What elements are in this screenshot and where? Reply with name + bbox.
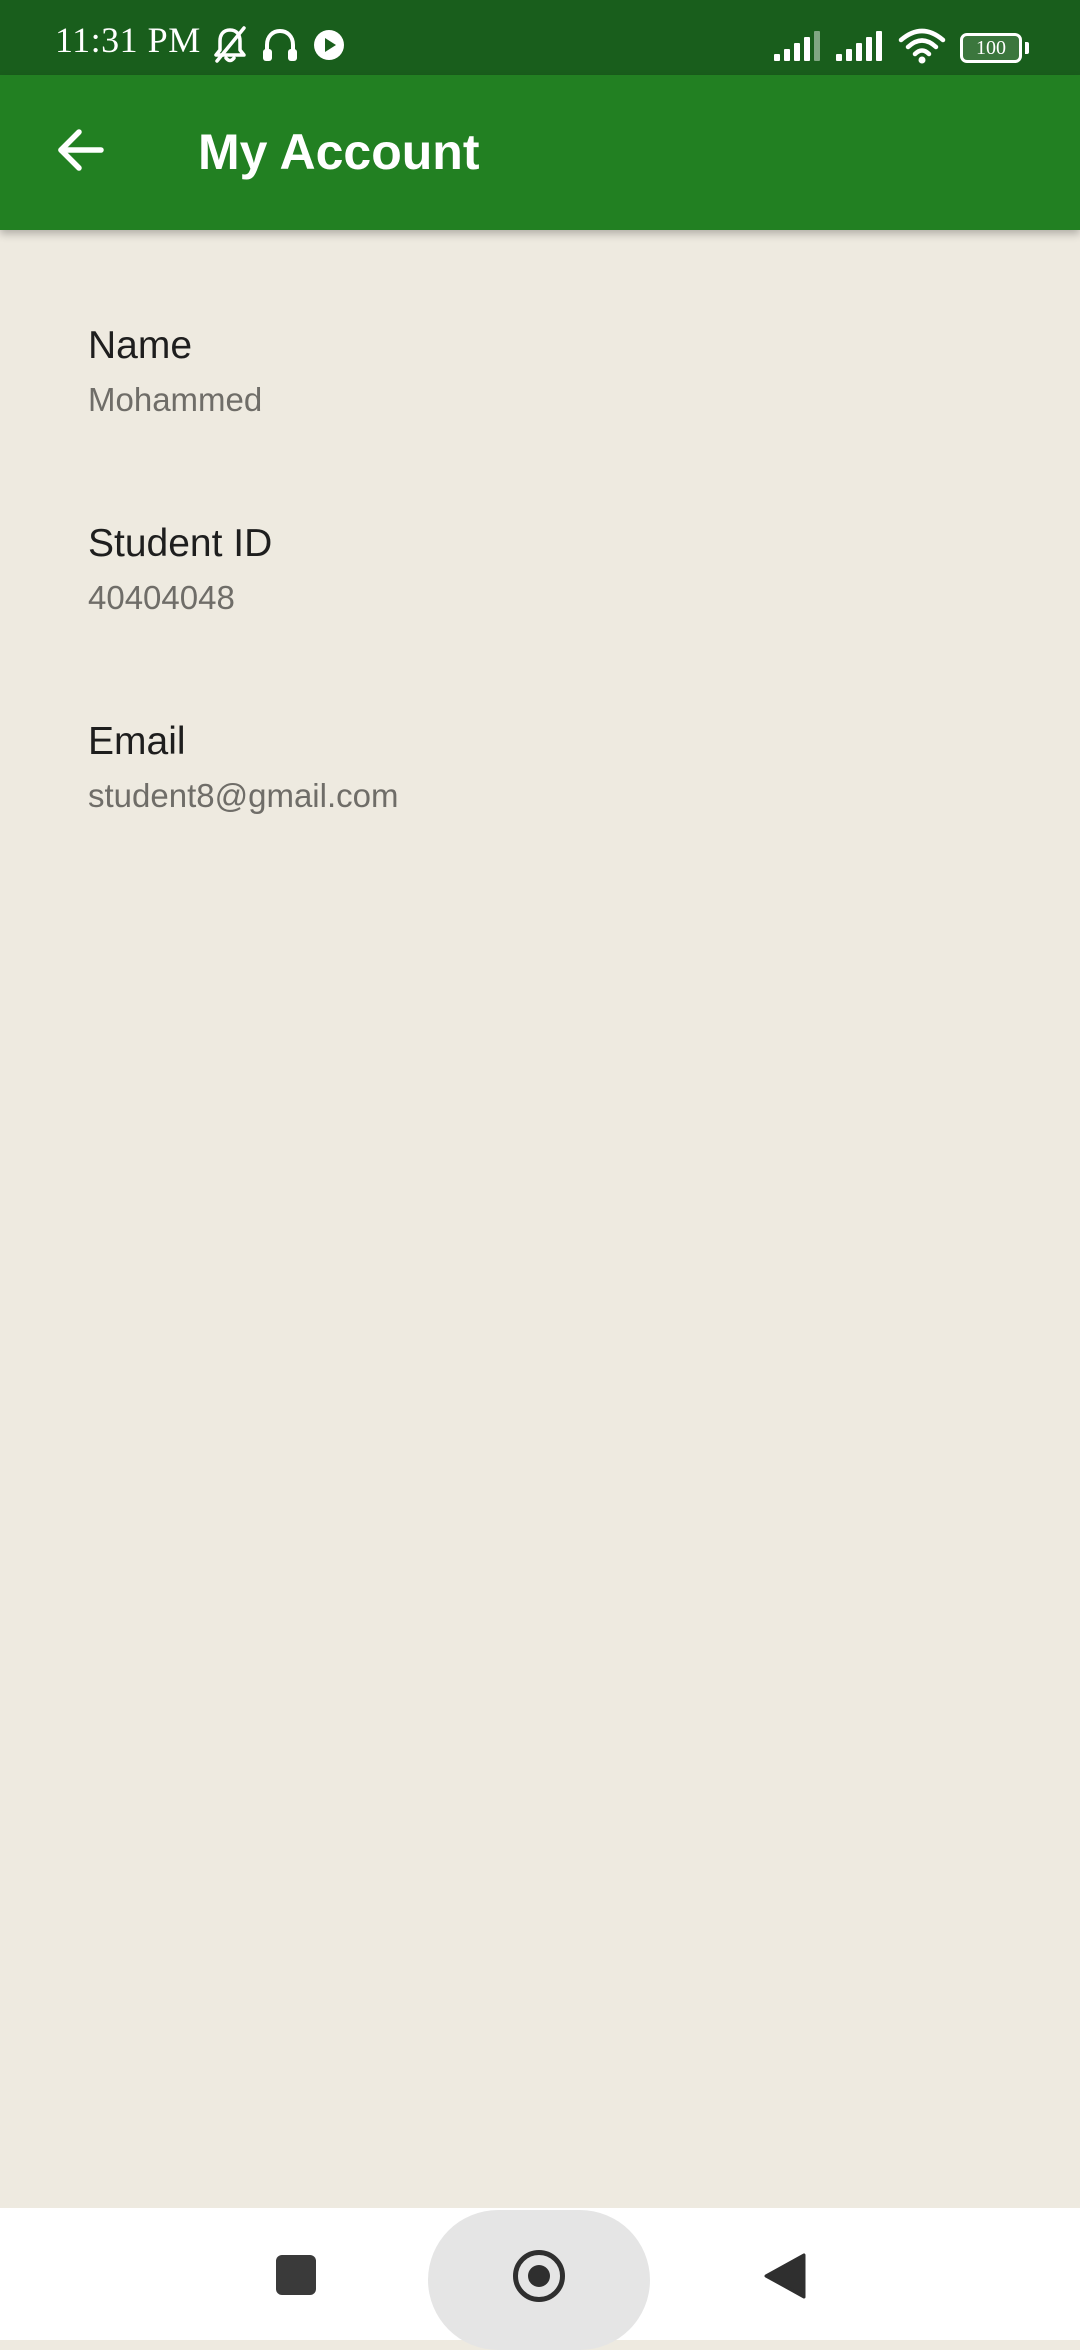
- field-value: 40404048: [88, 578, 235, 616]
- field-label: Student ID: [88, 522, 273, 565]
- back-triangle-icon[interactable]: [762, 2252, 808, 2300]
- status-icons-left: [212, 25, 346, 70]
- field-label: Email: [88, 720, 186, 763]
- app-bar: My Account: [0, 75, 1080, 230]
- home-button[interactable]: [428, 2210, 650, 2350]
- field-value: student8@gmail.com: [88, 776, 399, 814]
- arrow-left-icon: [55, 125, 105, 180]
- battery-icon: 100: [960, 33, 1029, 63]
- status-time: 11:31 PM: [55, 20, 201, 60]
- play-circle-icon: [312, 28, 346, 67]
- back-button[interactable]: [40, 112, 120, 192]
- status-icons-right: 100: [774, 28, 1029, 69]
- status-bar: 11:31 PM 100: [0, 0, 1080, 75]
- page-title: My Account: [198, 124, 480, 180]
- signal-icon: [836, 30, 884, 67]
- battery-level: 100: [976, 37, 1006, 59]
- recents-icon[interactable]: [276, 2255, 316, 2295]
- wifi-icon: [898, 28, 946, 69]
- field-email: Email student8@gmail.com: [88, 719, 988, 815]
- field-student-id: Student ID 40404048: [88, 521, 988, 617]
- bell-off-icon: [212, 25, 248, 70]
- signal-icon: [774, 30, 822, 67]
- field-name: Name Mohammed: [88, 323, 988, 419]
- field-value: Mohammed: [88, 380, 263, 418]
- field-label: Name: [88, 324, 193, 367]
- headphones-icon: [260, 25, 300, 70]
- navigation-bar: [0, 2208, 1080, 2350]
- home-icon: [513, 2250, 565, 2302]
